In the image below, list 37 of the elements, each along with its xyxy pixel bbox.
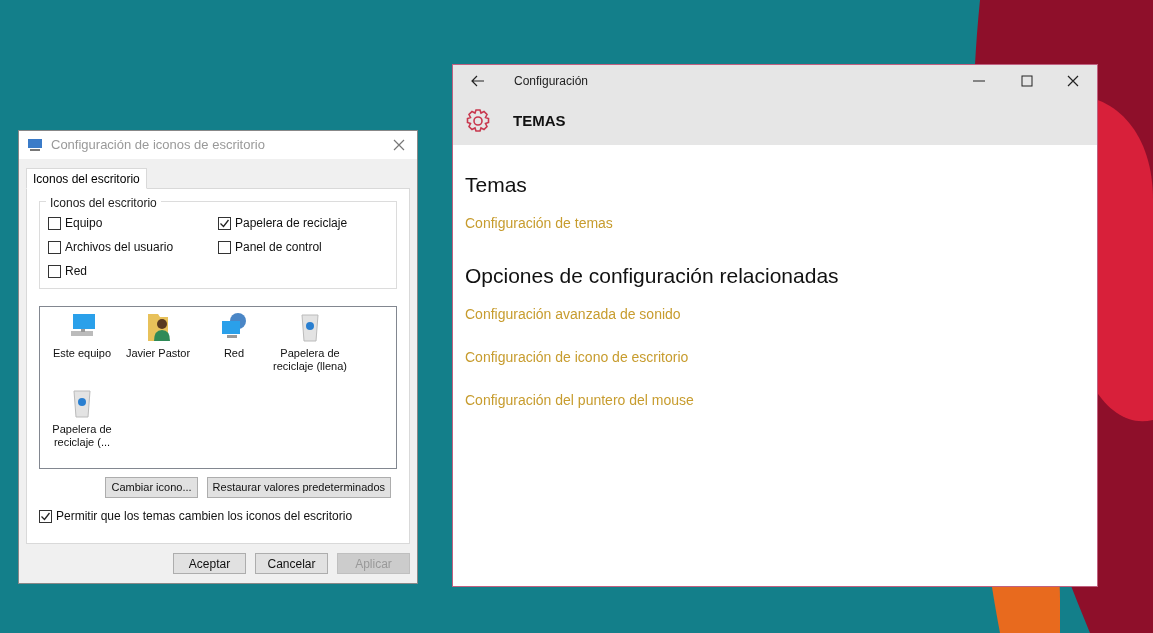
desktop-icon-item[interactable]: Red — [196, 311, 272, 387]
monitor-icon — [27, 138, 43, 152]
desktop-icon-item[interactable]: Papelera de reciclaje (... — [44, 387, 120, 463]
tab[interactable]: Iconos del escritorio — [26, 168, 147, 189]
button[interactable]: Restaurar valores predeterminados — [206, 477, 391, 498]
checkbox-label: Red — [65, 263, 87, 280]
checkbox[interactable] — [218, 216, 231, 230]
window-title: Configuración de iconos de escritorio — [51, 136, 265, 155]
back-icon[interactable] — [471, 75, 485, 87]
checkbox-label: Equipo — [65, 215, 103, 232]
checkbox[interactable] — [48, 240, 61, 254]
close-icon[interactable] — [1067, 75, 1079, 87]
checkbox-label: Papelera de reciclaje — [235, 215, 348, 232]
icon-label: Red — [222, 347, 246, 360]
icon-label: Papelera de reciclaje (llena) — [273, 347, 347, 373]
checkbox[interactable] — [218, 240, 231, 254]
button[interactable]: Cancelar — [255, 553, 328, 574]
button[interactable]: Aceptar — [173, 553, 246, 574]
checkbox-label: Archivos del usuario — [65, 239, 174, 256]
icon-label: Javier Pastor — [124, 347, 192, 360]
checkbox[interactable] — [48, 216, 61, 230]
button[interactable]: Cambiar icono... — [105, 477, 198, 498]
section-heading: Temas — [465, 172, 528, 198]
icon-label: Papelera de reciclaje (... — [51, 423, 113, 449]
icon-label: Este equipo — [51, 347, 113, 360]
maximize-icon[interactable] — [1021, 75, 1033, 87]
checkbox[interactable] — [39, 509, 52, 523]
checkbox-label: Permitir que los temas cambien los iconos del escritorio — [56, 508, 353, 525]
desktop-icon-item[interactable]: Este equipo — [44, 311, 120, 387]
checkbox[interactable] — [48, 264, 61, 278]
desktop-icon-item[interactable]: Papelera de reciclaje (llena) — [272, 311, 348, 387]
checkbox-label: Panel de control — [235, 239, 322, 256]
window-title: Configuración — [514, 73, 589, 90]
gear-icon — [465, 108, 491, 134]
section-heading: Opciones de configuración relacionadas — [465, 263, 840, 289]
desktop-icon-item[interactable]: Javier Pastor — [120, 311, 196, 387]
page-header: TEMAS — [513, 110, 566, 131]
